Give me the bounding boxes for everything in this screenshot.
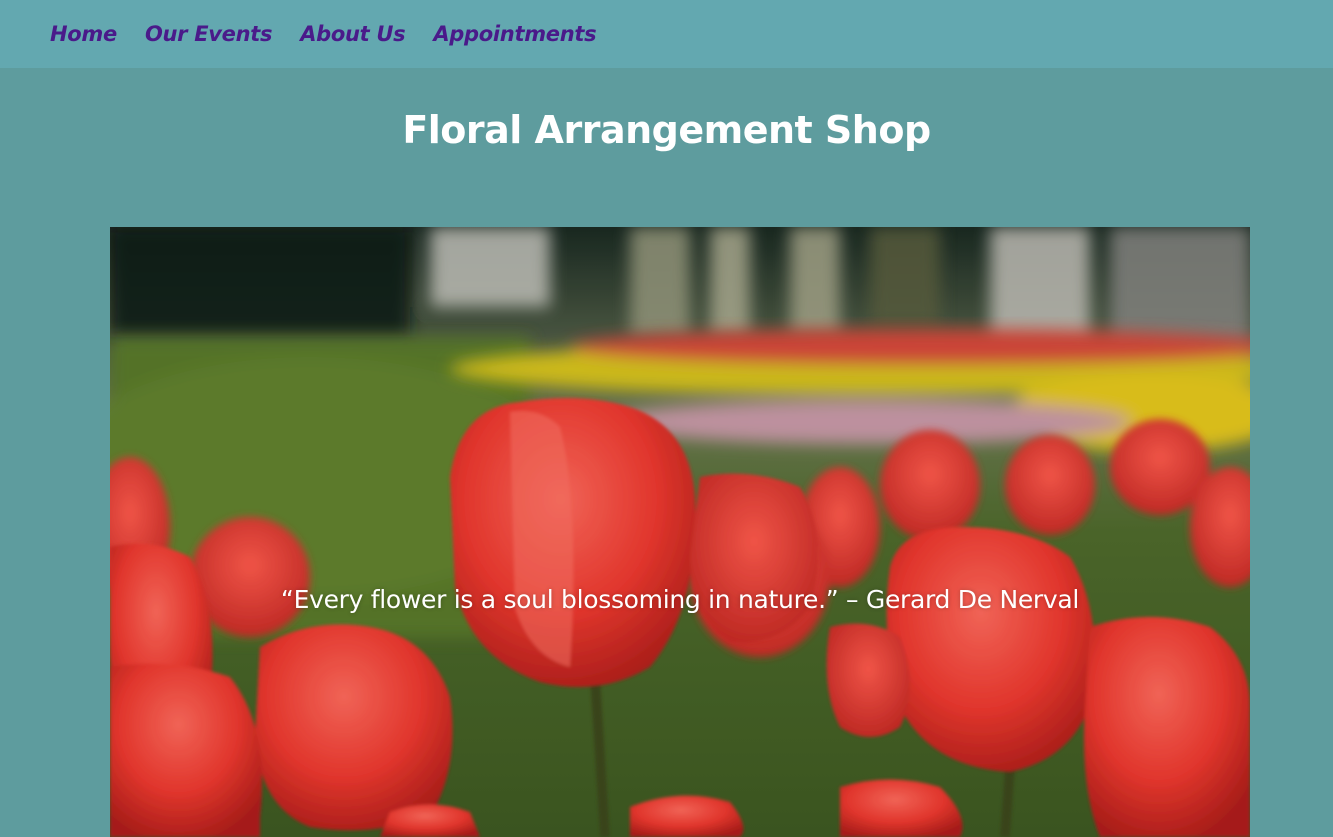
- nav-link-about-us[interactable]: About Us: [300, 22, 405, 46]
- page-title: Floral Arrangement Shop: [402, 108, 931, 152]
- top-navbar: Home Our Events About Us Appointments: [0, 0, 1333, 68]
- hero-tulip-image: [110, 227, 1250, 837]
- nav-list: Home Our Events About Us Appointments: [0, 22, 624, 46]
- nav-link-home[interactable]: Home: [50, 22, 117, 46]
- nav-link-appointments[interactable]: Appointments: [433, 22, 596, 46]
- hero-quote: “Every flower is a soul blossoming in na…: [280, 585, 1080, 614]
- nav-link-our-events[interactable]: Our Events: [145, 22, 273, 46]
- hero-banner: “Every flower is a soul blossoming in na…: [110, 227, 1250, 837]
